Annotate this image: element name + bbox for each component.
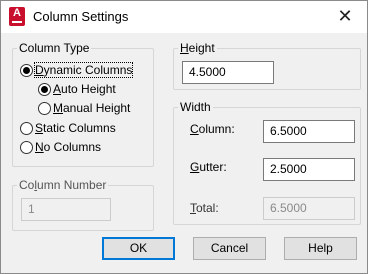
title-bar[interactable]: A Column Settings ✕ [1,1,367,33]
column-type-legend: Column Type [17,41,92,55]
close-icon[interactable]: ✕ [323,1,367,33]
radio-no-columns[interactable]: No Columns [20,139,101,155]
cancel-button[interactable]: Cancel [193,237,266,260]
radio-manual-height[interactable]: Manual Height [38,100,130,116]
autocad-app-icon: A [9,7,25,26]
gutter-label: Gutter: [190,160,227,174]
total-input[interactable]: 6.5000 [263,197,355,220]
total-label: Total: [190,201,219,215]
column-width-input[interactable]: 6.5000 [263,120,355,143]
gutter-input[interactable]: 2.5000 [263,158,355,181]
radio-no-columns-label: No Columns [35,140,102,154]
column-number-legend: Column Number [17,178,109,192]
radio-auto-height-label: Auto Height [53,82,116,96]
help-button[interactable]: Help [284,237,357,260]
radio-dynamic-columns-label: Dynamic Columns [33,62,134,78]
app-icon-letter: A [13,7,21,19]
window-title: Column Settings [33,9,129,24]
width-legend: Width [178,100,213,114]
ok-button[interactable]: OK [102,237,175,260]
height-legend: Height [178,41,217,55]
radio-dynamic-columns[interactable]: Dynamic Columns [20,62,134,78]
radio-dynamic-columns-indicator[interactable] [20,63,33,77]
radio-manual-height-indicator[interactable] [38,101,51,115]
height-input[interactable]: 4.5000 [182,61,274,84]
radio-manual-height-label: Manual Height [53,101,131,115]
column-width-label: Column: [190,122,235,136]
column-settings-dialog: A Column Settings ✕ Column Type Dynamic … [0,0,368,274]
column-number-input[interactable]: 1 [21,198,111,221]
radio-auto-height-indicator[interactable] [38,82,51,96]
radio-no-columns-indicator[interactable] [20,140,33,154]
radio-static-columns-label: Static Columns [35,121,116,135]
radio-static-columns-indicator[interactable] [20,121,33,135]
radio-static-columns[interactable]: Static Columns [20,120,116,136]
radio-auto-height[interactable]: Auto Height [38,81,116,97]
